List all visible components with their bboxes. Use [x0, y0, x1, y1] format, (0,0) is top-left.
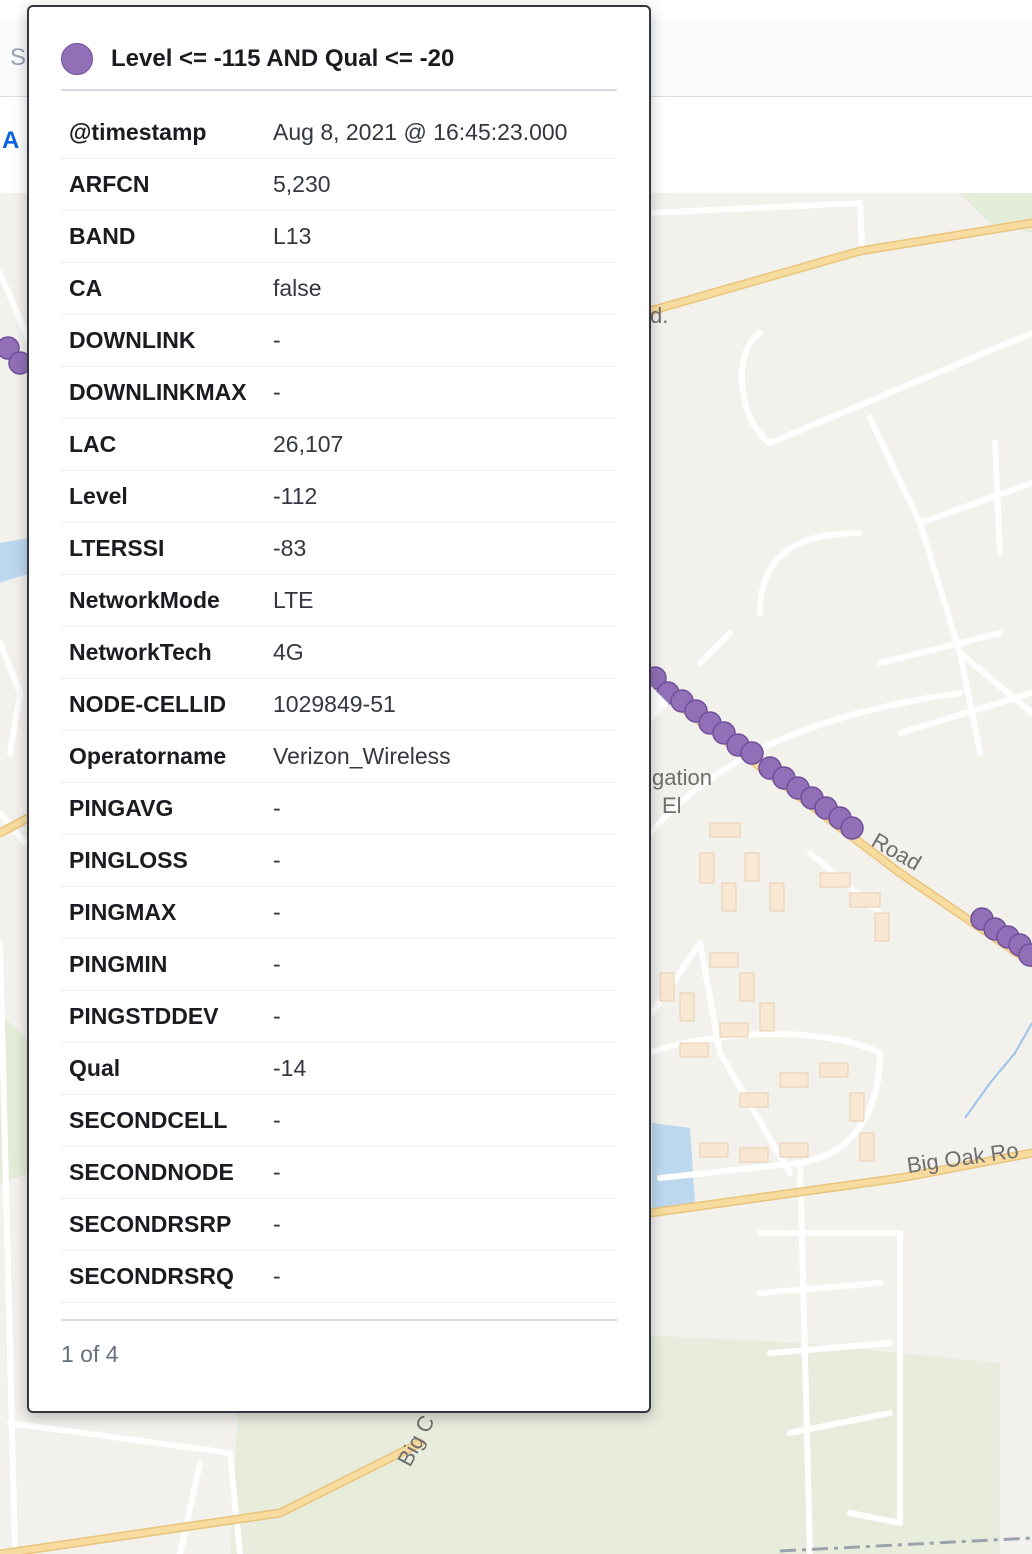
- property-row: NODE-CELLID 1029849-51: [61, 678, 617, 731]
- add-filter-link[interactable]: A: [2, 127, 19, 155]
- property-row: PINGLOSS -: [61, 834, 617, 887]
- property-row: CA false: [61, 262, 617, 315]
- property-value: -14: [265, 1042, 617, 1095]
- property-value: -: [265, 366, 617, 419]
- feature-pagination[interactable]: 1 of 4: [61, 1341, 119, 1368]
- place-label-gation: gation: [652, 765, 712, 790]
- divider: [61, 89, 617, 91]
- tooltip-header: Level <= -115 AND Qual <= -20: [61, 37, 454, 81]
- property-key: SECONDRSRQ: [61, 1250, 265, 1303]
- property-key: Level: [61, 470, 265, 523]
- property-value: -: [265, 782, 617, 835]
- property-value: Verizon_Wireless: [265, 730, 617, 783]
- property-key: LTERSSI: [61, 522, 265, 575]
- property-value: -: [265, 1146, 617, 1199]
- layer-title: Level <= -115 AND Qual <= -20: [111, 45, 455, 72]
- property-value: Aug 8, 2021 @ 16:45:23.000: [265, 107, 617, 159]
- property-key: PINGSTDDEV: [61, 990, 265, 1043]
- property-value: -112: [265, 470, 617, 523]
- property-row: SECONDNODE -: [61, 1146, 617, 1199]
- property-value: LTE: [265, 574, 617, 627]
- property-key: DOWNLINKMAX: [61, 366, 265, 419]
- property-key: Qual: [61, 1042, 265, 1095]
- property-value: false: [265, 262, 617, 315]
- property-row: NetworkMode LTE: [61, 574, 617, 627]
- property-row: Operatorname Verizon_Wireless: [61, 730, 617, 783]
- property-key: @timestamp: [61, 107, 265, 159]
- property-row: NetworkTech 4G: [61, 626, 617, 679]
- search-placeholder-fragment: S: [10, 44, 27, 71]
- property-key: PINGAVG: [61, 782, 265, 835]
- property-key: SECONDRSRP: [61, 1198, 265, 1251]
- property-value: -: [265, 886, 617, 939]
- feature-properties-table: @timestamp Aug 8, 2021 @ 16:45:23.000 ARFC…: [61, 107, 617, 1303]
- property-value: 4G: [265, 626, 617, 679]
- property-row: ARFCN 5,230: [61, 158, 617, 211]
- property-key: LAC: [61, 418, 265, 471]
- property-row: Level -112: [61, 470, 617, 523]
- property-key: DOWNLINK: [61, 314, 265, 367]
- property-value: 5,230: [265, 158, 617, 211]
- property-value: 26,107: [265, 418, 617, 471]
- property-key: SECONDCELL: [61, 1094, 265, 1147]
- property-row: LAC 26,107: [61, 418, 617, 471]
- property-value: -: [265, 938, 617, 991]
- property-row: PINGAVG -: [61, 782, 617, 835]
- property-key: Operatorname: [61, 730, 265, 783]
- feature-tooltip-popover: Level <= -115 AND Qual <= -20 @timestamp…: [27, 5, 651, 1413]
- property-value: -83: [265, 522, 617, 575]
- property-key: NODE-CELLID: [61, 678, 265, 731]
- property-key: PINGMAX: [61, 886, 265, 939]
- property-row: BAND L13: [61, 210, 617, 263]
- property-value: -: [265, 1250, 617, 1303]
- property-value: -: [265, 990, 617, 1043]
- property-value: -: [265, 1094, 617, 1147]
- property-key: BAND: [61, 210, 265, 263]
- layer-circle-icon: [61, 43, 93, 75]
- property-key: NetworkMode: [61, 574, 265, 627]
- property-row: @timestamp Aug 8, 2021 @ 16:45:23.000: [61, 107, 617, 159]
- place-label-el: El: [662, 793, 682, 818]
- property-key: ARFCN: [61, 158, 265, 211]
- property-key: PINGLOSS: [61, 834, 265, 887]
- property-row: PINGMAX -: [61, 886, 617, 939]
- property-row: SECONDCELL -: [61, 1094, 617, 1147]
- property-row: PINGMIN -: [61, 938, 617, 991]
- property-key: PINGMIN: [61, 938, 265, 991]
- water-body: [652, 1123, 695, 1208]
- property-value: -: [265, 1198, 617, 1251]
- property-key: NetworkTech: [61, 626, 265, 679]
- property-row: DOWNLINK -: [61, 314, 617, 367]
- property-key: CA: [61, 262, 265, 315]
- property-value: L13: [265, 210, 617, 263]
- property-row: SECONDRSRP -: [61, 1198, 617, 1251]
- property-row: SECONDRSRQ -: [61, 1250, 617, 1303]
- divider: [61, 1319, 617, 1321]
- property-row: PINGSTDDEV -: [61, 990, 617, 1043]
- road-label-d: d.: [650, 303, 668, 328]
- property-value: -: [265, 834, 617, 887]
- property-key: SECONDNODE: [61, 1146, 265, 1199]
- property-row: DOWNLINKMAX -: [61, 366, 617, 419]
- property-row: Qual -14: [61, 1042, 617, 1095]
- property-row: LTERSSI -83: [61, 522, 617, 575]
- property-value: -: [265, 314, 617, 367]
- property-value: 1029849-51: [265, 678, 617, 731]
